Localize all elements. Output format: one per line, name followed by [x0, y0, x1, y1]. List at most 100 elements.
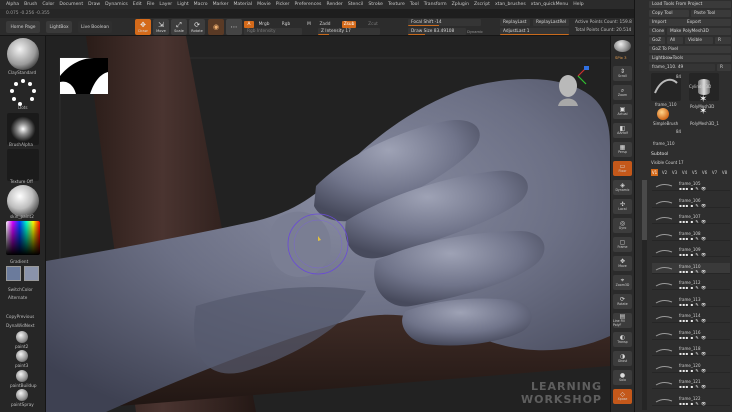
visible-button[interactable]: Visible [685, 37, 713, 44]
subtool-toggle-icons[interactable]: ▪▪▪ ▪ ✎ 👁 [679, 269, 707, 274]
subtool-row[interactable]: frame_108 ▪▪▪ ▪ ✎ 👁 [652, 230, 730, 241]
subtool-toggle-icons[interactable]: ▪▪▪ ▪ ✎ 👁 [679, 219, 707, 224]
subtool-toggle-icons[interactable]: ▪▪▪ ▪ ✎ 👁 [679, 203, 707, 208]
lightbox-button[interactable]: LightBox [46, 21, 72, 33]
paint-brush-4-icon[interactable] [16, 389, 28, 401]
visibility-tab-v2[interactable]: V2 [661, 169, 668, 176]
subtool-row[interactable]: frame_110 ▪▪▪ ▪ ✎ 👁 [652, 262, 730, 274]
polymesh-star-icon-2[interactable]: ✶ [699, 106, 707, 117]
subtool-toggle-icons[interactable]: ▪▪▪ ▪ ✎ 👁 [679, 252, 707, 257]
menu-item[interactable]: Stencil [348, 2, 364, 7]
subtool-row[interactable]: frame_114 ▪▪▪ ▪ ✎ 👁 [652, 312, 730, 323]
color-picker[interactable] [6, 221, 40, 255]
copy-tool-button[interactable]: Copy Tool [649, 10, 689, 17]
subtool-row[interactable]: frame_107 ▪▪▪ ▪ ✎ 👁 [652, 213, 730, 224]
subtool-row[interactable]: frame_106 ▪▪▪ ▪ ✎ 👁 [652, 197, 730, 208]
clone-button[interactable]: Clone [649, 28, 665, 35]
import-button[interactable]: Import [649, 19, 689, 26]
zsub-toggle[interactable]: Zsub [342, 21, 356, 28]
view-button-local[interactable]: ✣ Local [613, 199, 632, 214]
view-button-scroll[interactable]: ⇕ Scroll [613, 66, 632, 81]
move-button[interactable]: ⇲ Move [153, 19, 169, 35]
menu-item[interactable]: Picker [276, 2, 290, 7]
texture-thumbnail[interactable] [7, 149, 39, 181]
menu-item[interactable]: Draw [88, 2, 100, 7]
draw-button[interactable]: ✥ Draw [135, 19, 151, 35]
tool-name-slider[interactable]: frame_110. 49 [649, 64, 715, 71]
subtool-row[interactable]: frame_113 ▪▪▪ ▪ ✎ 👁 [652, 296, 730, 307]
menu-item[interactable]: Brush [24, 2, 37, 7]
menu-item[interactable]: Movie [257, 2, 271, 7]
paint-brush-3-icon[interactable] [16, 370, 28, 382]
switch-color-button[interactable]: SwitchColor [8, 287, 33, 292]
menu-item[interactable]: Marker [213, 2, 229, 7]
brush-thumbnail[interactable]: ◉ [208, 19, 224, 35]
menu-item[interactable]: Zplugin [452, 2, 469, 7]
menu-item[interactable]: Help [573, 2, 583, 7]
replay-last-rel-button[interactable]: ReplayLastRel [533, 19, 569, 26]
visibility-tab-v4[interactable]: V4 [681, 169, 688, 176]
subtool-toggle-icons[interactable]: ▪▪▪ ▪ ✎ 👁 [679, 285, 707, 290]
replay-last-button[interactable]: ReplayLast [500, 19, 530, 26]
view-button-transp[interactable]: ◐ Transp [613, 332, 632, 347]
visibility-tab-v6[interactable]: V6 [701, 169, 708, 176]
view-button-ghost[interactable]: ◑ Ghost [613, 351, 632, 366]
menu-item[interactable]: Color [42, 2, 54, 7]
menu-item[interactable]: xtan_quickMenu [531, 2, 568, 7]
visible-count-slider[interactable]: Visible Count 17 [651, 160, 684, 165]
menu-item[interactable]: Material [233, 2, 252, 7]
menu-item[interactable]: Transform [424, 2, 447, 7]
subtool-row[interactable]: frame_109 ▪▪▪ ▪ ✎ 👁 [652, 246, 730, 257]
view-button-rotate[interactable]: ⟳ Rotate [613, 294, 632, 309]
subtool-scroll-thumb[interactable] [642, 180, 647, 240]
menu-item[interactable]: Document [59, 2, 83, 7]
material-thumbnail[interactable] [7, 185, 39, 217]
m-toggle[interactable]: M [305, 21, 313, 28]
zcut-toggle[interactable]: Zcut [366, 21, 380, 28]
rotate-button[interactable]: ⟳ Rotate [189, 19, 205, 35]
subtool-row[interactable]: frame_105 ▪▪▪ ▪ ✎ 👁 [652, 180, 730, 191]
subtool-row[interactable]: frame_116 ▪▪▪ ▪ ✎ 👁 [652, 329, 730, 340]
subtool-toggle-icons[interactable]: ▪▪▪ ▪ ✎ 👁 [679, 384, 707, 389]
alpha-thumbnail[interactable] [7, 113, 39, 145]
menu-item[interactable]: File [147, 2, 155, 7]
view-button-line-fill-polyf[interactable]: ▤ Line Fill PolyF [613, 313, 632, 328]
export-button[interactable]: Export [684, 19, 731, 26]
a-toggle[interactable]: A [244, 21, 254, 28]
view-button-floor[interactable]: ▭ Floor [613, 161, 632, 176]
lightbox-tools-button[interactable]: Lightbox▸Tools [649, 55, 731, 62]
paste-tool-button[interactable]: Paste Tool [691, 10, 731, 17]
view-button-solo[interactable]: ● Solo [613, 370, 632, 385]
copy-previous-button[interactable]: CopyPrevious [6, 314, 34, 319]
mrgb-toggle[interactable]: Mrgb [256, 21, 272, 28]
draw-size-slider[interactable]: Draw Size 83.49108 [408, 28, 466, 35]
subtool-row[interactable]: frame_122 ▪▪▪ ▪ ✎ 👁 [652, 395, 730, 406]
subtool-toggle-icons[interactable]: ▪▪▪ ▪ ✎ 👁 [679, 318, 707, 323]
alternate-toggle[interactable]: Alternate [8, 295, 27, 300]
view-button-aahalf[interactable]: ◧ AAHalf [613, 123, 632, 138]
menu-item[interactable]: Layer [159, 2, 172, 7]
r-button[interactable]: R [715, 37, 731, 44]
subtool-toggle-icons[interactable]: ▪▪▪ ▪ ✎ 👁 [679, 186, 707, 191]
menu-item[interactable]: Macro [194, 2, 208, 7]
view-button-xpose[interactable]: ◇ Xpose [613, 389, 632, 404]
menu-item[interactable]: xtan_brushes [495, 2, 526, 7]
visibility-tab-v7[interactable]: V7 [711, 169, 718, 176]
simplebrush-icon[interactable] [657, 108, 669, 120]
goz-button[interactable]: GoZ [649, 37, 665, 44]
z-intensity-slider[interactable]: Z Intensity 17 [318, 28, 380, 35]
brush-thumbnail-left[interactable] [7, 38, 39, 70]
subtool-row[interactable]: frame_112 ▪▪▪ ▪ ✎ 👁 [652, 279, 730, 290]
main-color-swatch[interactable] [6, 266, 21, 281]
subtool-toggle-icons[interactable]: ▪▪▪ ▪ ✎ 👁 [679, 302, 707, 307]
subtool-row[interactable]: frame_120 ▪▪▪ ▪ ✎ 👁 [652, 362, 730, 373]
visibility-tab-v1[interactable]: V1 [651, 169, 658, 176]
subtool-row[interactable]: frame_121 ▪▪▪ ▪ ✎ 👁 [652, 378, 730, 389]
dynamic-toggle[interactable]: Dynamic [467, 28, 483, 35]
subtool-toggle-icons[interactable]: ▪▪▪ ▪ ✎ 👁 [679, 236, 707, 241]
subtool-row[interactable]: frame_118 ▪▪▪ ▪ ✎ 👁 [652, 345, 730, 356]
menu-item[interactable]: Render [326, 2, 342, 7]
load-tools-button[interactable]: Load Tools From Project [649, 1, 731, 8]
menu-item[interactable]: Zscript [474, 2, 490, 7]
menu-item[interactable]: Texture [388, 2, 405, 7]
